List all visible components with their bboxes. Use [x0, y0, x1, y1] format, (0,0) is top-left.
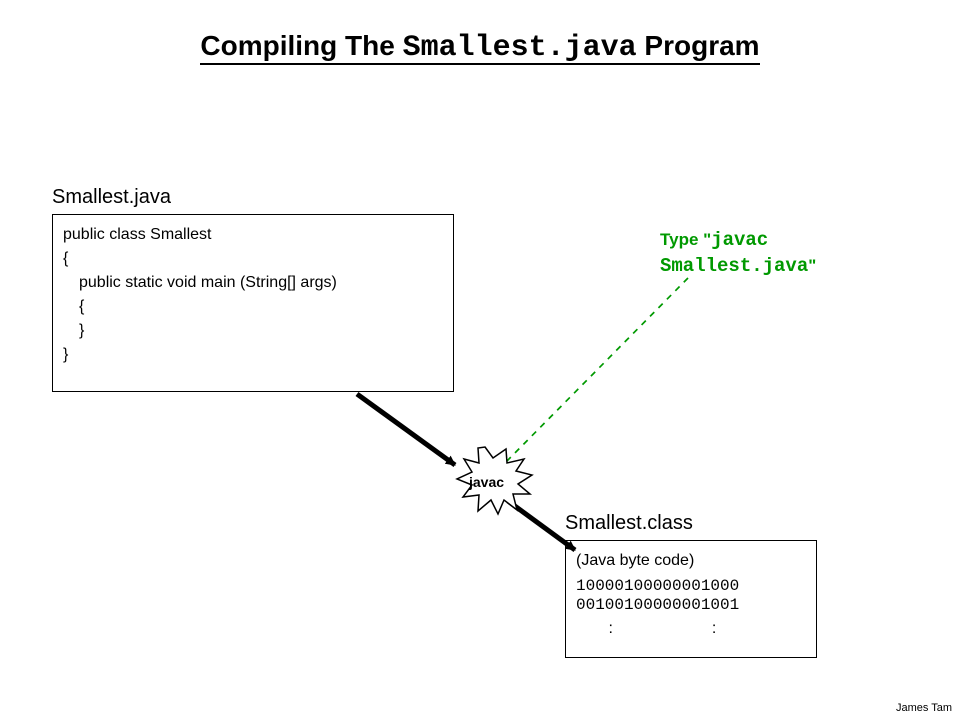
- code-line-3: {: [79, 295, 443, 319]
- bytecode-line-2: 00100100000001001: [576, 596, 806, 615]
- source-code-box: public class Smallest { public static vo…: [52, 214, 454, 392]
- slide-title: Compiling The Smallest.java Program: [0, 30, 960, 65]
- annotation-command-2: Smallest.java: [660, 255, 808, 277]
- source-file-label: Smallest.java: [52, 186, 171, 209]
- bytecode-line-1: 10000100000001000: [576, 577, 806, 596]
- compiler-node-label: javac: [469, 474, 504, 490]
- type-command-annotation: Type "javac Smallest.java": [660, 228, 860, 279]
- title-suffix: Program: [637, 30, 760, 61]
- code-line-0: public class Smallest: [63, 223, 443, 247]
- annotation-command-1: javac: [711, 229, 768, 251]
- output-file-label: Smallest.class: [565, 512, 693, 535]
- title-prefix: Compiling The: [200, 30, 402, 61]
- bytecode-colon-1: :: [608, 620, 612, 637]
- output-bytecode-box: (Java byte code) 10000100000001000 00100…: [565, 540, 817, 658]
- annotation-type-word: Type: [660, 230, 703, 249]
- code-line-4: }: [79, 319, 443, 343]
- title-filename: Smallest.java: [403, 31, 637, 65]
- code-line-1: {: [63, 247, 443, 271]
- bytecode-header: (Java byte code): [576, 549, 806, 573]
- annotation-quote-close: ": [808, 256, 816, 275]
- code-line-2: public static void main (String[] args): [79, 271, 443, 295]
- bytecode-colon-2: :: [712, 620, 716, 637]
- annotation-quote-open: ": [703, 230, 711, 249]
- code-line-5: }: [63, 343, 443, 367]
- footer-author: James Tam: [896, 702, 952, 714]
